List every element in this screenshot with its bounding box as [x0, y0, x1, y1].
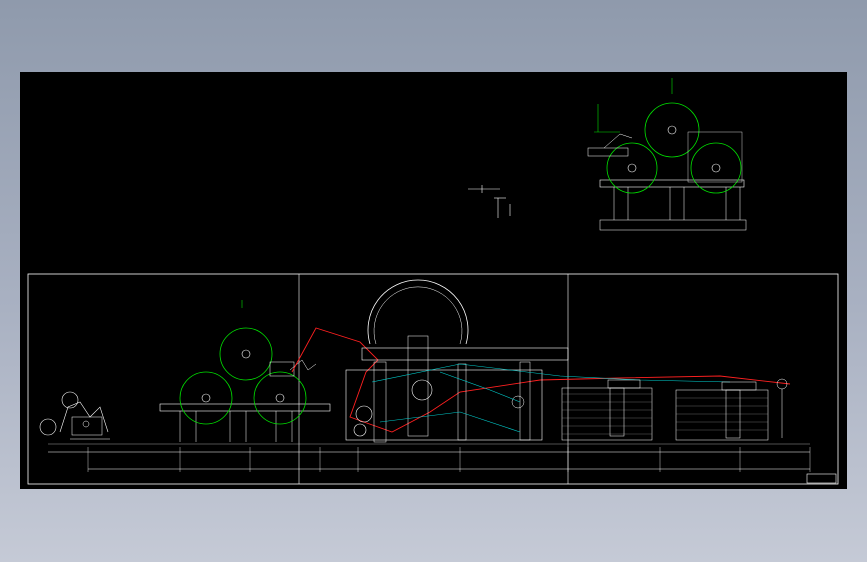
web-path [291, 327, 791, 433]
cad-drawing [27, 78, 839, 485]
unwind-stand [39, 391, 110, 440]
dryer-unit [345, 279, 569, 443]
title-block [806, 473, 837, 484]
roll-stack-left [159, 300, 331, 442]
main-frame [27, 273, 839, 485]
table-unit-1 [561, 379, 653, 441]
inset-roll-stack [587, 78, 747, 231]
detail-bracket [468, 185, 511, 218]
table-unit-2 [675, 378, 788, 441]
dimension-ticks [87, 447, 811, 472]
cad-viewport[interactable] [20, 72, 847, 489]
